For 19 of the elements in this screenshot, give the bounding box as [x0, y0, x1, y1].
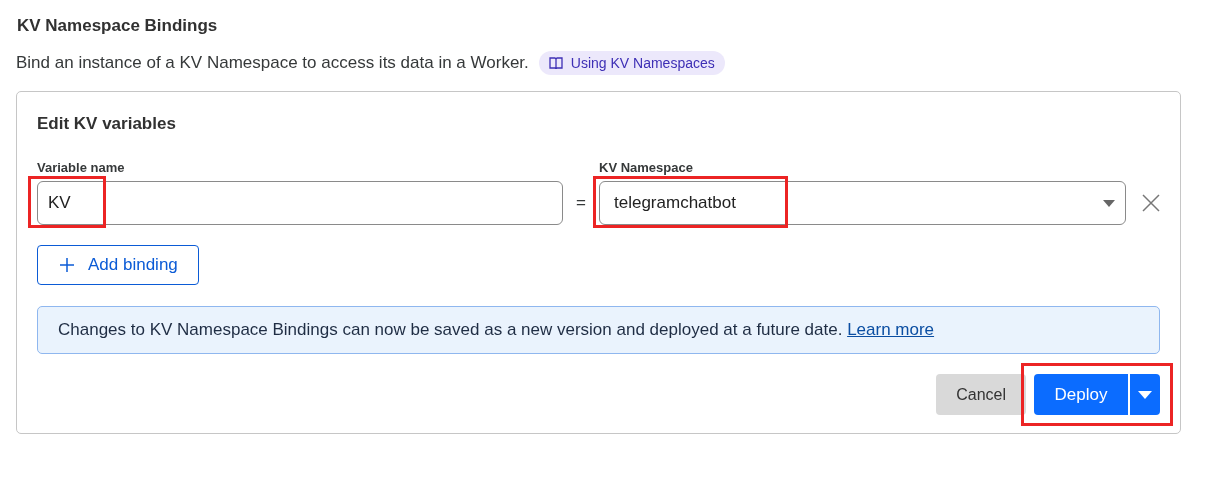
equals-sign: = — [575, 192, 587, 214]
doc-link[interactable]: Using KV Namespaces — [538, 51, 725, 75]
card-title: Edit KV variables — [37, 114, 177, 134]
book-icon — [548, 57, 563, 69]
field-label: KV Namespace — [599, 160, 694, 175]
caret-icon — [1138, 390, 1152, 399]
section-description: Bind an instance of a KV Namespace to access its data in a Worker. — [16, 53, 529, 73]
add-binding-button[interactable]: Add binding — [37, 245, 199, 285]
deploy-menu-button[interactable] — [1130, 374, 1160, 415]
namespace-select[interactable]: telegramchatbot — [599, 181, 1126, 225]
caret-icon — [1103, 199, 1115, 207]
field-label: Variable name — [37, 160, 126, 175]
section-title: KV Namespace Bindings — [17, 16, 219, 36]
learn-more-link[interactable]: Learn more — [847, 320, 935, 339]
plus-icon — [60, 258, 74, 272]
deploy-button[interactable]: Deploy — [1034, 374, 1128, 415]
variable-name-field[interactable]: KV — [37, 181, 563, 225]
cancel-button[interactable]: Cancel — [936, 374, 1026, 415]
notice-text: Changes to KV Namespace Bindings can now be saved as a new version and deployed at a future date. Learn more — [58, 320, 935, 339]
